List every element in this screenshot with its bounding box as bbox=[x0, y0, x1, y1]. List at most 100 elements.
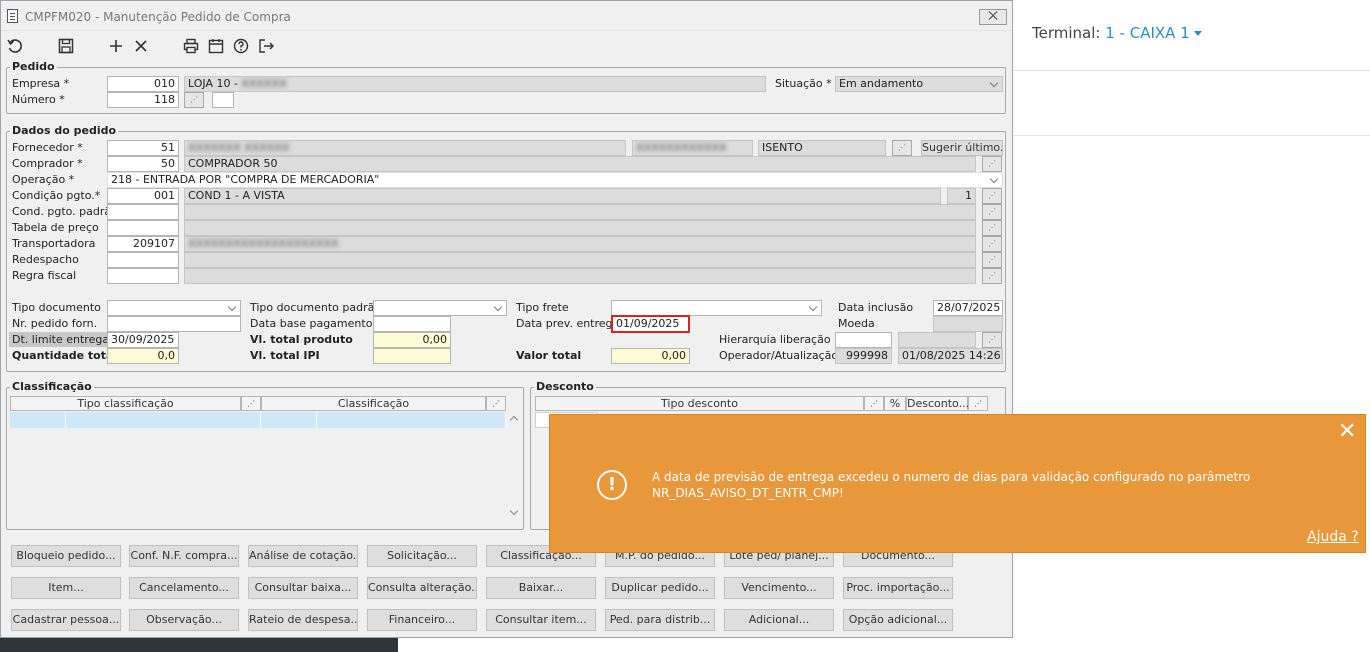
print-icon[interactable] bbox=[181, 36, 201, 56]
caret-down-icon[interactable] bbox=[1193, 31, 1202, 36]
rateio-despesa-button[interactable]: Rateio de despesa... bbox=[248, 609, 358, 631]
data-base-input[interactable] bbox=[373, 316, 451, 332]
tabela-label: Tabela de preço bbox=[12, 221, 99, 234]
conf-nf-compra-button[interactable]: Conf. N.F. compra... bbox=[129, 545, 239, 567]
condicao-lookup-button[interactable]: ⋰ bbox=[982, 188, 1002, 204]
numero-aux-field[interactable] bbox=[212, 92, 234, 108]
ped-distrib-button[interactable]: Ped. para distrib... bbox=[605, 609, 715, 631]
desconto-group-title: Desconto bbox=[534, 380, 596, 393]
bloqueio-pedido-button[interactable]: Bloqueio pedido... bbox=[11, 545, 121, 567]
tabela-lookup-button[interactable]: ⋰ bbox=[982, 220, 1002, 236]
data-inclusao-label: Data inclusão bbox=[838, 301, 914, 314]
desconto-header[interactable]: Desconto... bbox=[906, 396, 969, 411]
adicional-button[interactable]: Adicional... bbox=[724, 609, 834, 631]
empresa-code-input[interactable]: 010 bbox=[107, 76, 179, 92]
hierarquia-lookup-button[interactable]: ⋰ bbox=[982, 332, 1002, 348]
transportadora-name-blurred: XXXXXXXXXXXXXXXXXXXX bbox=[188, 237, 339, 250]
tipo-doc-select[interactable] bbox=[107, 300, 241, 316]
scroll-down-icon[interactable] bbox=[509, 506, 519, 516]
operador-label: Operador/Atualização bbox=[719, 349, 839, 362]
tipo-desconto-header[interactable]: Tipo desconto bbox=[535, 396, 864, 411]
cond-padrao-lookup-button[interactable]: ⋰ bbox=[982, 204, 1002, 220]
redespacho-label: Redespacho bbox=[12, 253, 79, 266]
numero-input[interactable]: 118 bbox=[107, 92, 179, 108]
consulta-alteracao-button[interactable]: Consulta alteração... bbox=[367, 577, 477, 599]
baixar-button[interactable]: Baixar... bbox=[486, 577, 596, 599]
classificacao-lookup[interactable]: ⋰ bbox=[486, 396, 506, 411]
vencimento-button[interactable]: Vencimento... bbox=[724, 577, 834, 599]
divider bbox=[1013, 70, 1370, 71]
tipo-classificacao-lookup[interactable]: ⋰ bbox=[241, 396, 261, 411]
financeiro-button[interactable]: Financeiro... bbox=[367, 609, 477, 631]
desconto-lookup[interactable]: ⋰ bbox=[968, 396, 988, 411]
empresa-name-blurred: XXXXXX bbox=[241, 77, 287, 90]
comprador-name-field: COMPRADOR 50 bbox=[184, 156, 976, 172]
classificacao-header[interactable]: Classificação bbox=[261, 396, 486, 411]
regra-name-field bbox=[184, 268, 976, 284]
delete-icon[interactable] bbox=[131, 36, 151, 56]
classificacao-row-cell[interactable] bbox=[317, 412, 506, 428]
terminal-value[interactable]: 1 - CAIXA 1 bbox=[1105, 24, 1190, 42]
add-icon[interactable] bbox=[106, 36, 126, 56]
data-prev-input[interactable]: 01/09/2025 bbox=[611, 315, 690, 333]
data-inclusao-input[interactable]: 28/07/2025 bbox=[933, 300, 1003, 316]
comprador-lookup-button[interactable]: ⋰ bbox=[982, 156, 1002, 172]
tabela-input[interactable] bbox=[107, 220, 179, 236]
help-icon[interactable] bbox=[231, 36, 251, 56]
cadastrar-pessoa-button[interactable]: Cadastrar pessoa... bbox=[11, 609, 121, 631]
condicao-name-field: COND 1 - A VISTA bbox=[184, 188, 941, 204]
tipo-doc-label: Tipo documento bbox=[12, 301, 101, 314]
consultar-baixa-button[interactable]: Consultar baixa... bbox=[248, 577, 358, 599]
numero-lookup-button[interactable]: ⋰ bbox=[184, 92, 204, 108]
transportadora-lookup-button[interactable]: ⋰ bbox=[982, 236, 1002, 252]
analise-cotacao-button[interactable]: Análise de cotação... bbox=[248, 545, 358, 567]
cancelamento-button[interactable]: Cancelamento... bbox=[129, 577, 239, 599]
item-button[interactable]: Item... bbox=[11, 577, 121, 599]
scroll-up-icon[interactable] bbox=[509, 415, 519, 425]
dt-limite-input[interactable]: 30/09/2025 bbox=[107, 332, 179, 348]
toast-close-icon[interactable]: ✕ bbox=[1338, 421, 1356, 443]
window-close-button[interactable]: ⨉ bbox=[979, 9, 1007, 25]
proc-importacao-button[interactable]: Proc. importação... bbox=[843, 577, 953, 599]
situacao-select[interactable]: Em andamento bbox=[835, 76, 1003, 92]
observacao-button[interactable]: Observação... bbox=[129, 609, 239, 631]
transportadora-name-field: XXXXXXXXXXXXXXXXXXXX bbox=[184, 236, 976, 252]
empresa-label: Empresa * bbox=[12, 77, 70, 90]
consultar-item-button[interactable]: Consultar item... bbox=[486, 609, 596, 631]
tipo-doc-padrao-select[interactable] bbox=[373, 300, 507, 316]
cond-padrao-input[interactable] bbox=[107, 204, 179, 220]
fornecedor-code-input[interactable]: 51 bbox=[107, 140, 179, 156]
transportadora-label: Transportadora bbox=[12, 237, 96, 250]
vl-total-ipi-label: Vl. total IPI bbox=[250, 349, 320, 362]
regra-input[interactable] bbox=[107, 268, 179, 284]
regra-lookup-button[interactable]: ⋰ bbox=[982, 268, 1002, 284]
calendar-icon[interactable] bbox=[206, 36, 226, 56]
taskbar-strip bbox=[0, 638, 398, 652]
terminal-selector[interactable]: Terminal: 1 - CAIXA 1 bbox=[1032, 24, 1202, 42]
fornecedor-lookup-button[interactable]: ⋰ bbox=[892, 140, 912, 156]
sugerir-ultimo-button[interactable]: Sugerir último... bbox=[921, 140, 1003, 156]
redespacho-input[interactable] bbox=[107, 252, 179, 268]
classificacao-row-cell[interactable] bbox=[66, 412, 261, 428]
redespacho-lookup-button[interactable]: ⋰ bbox=[982, 252, 1002, 268]
toast-help-link[interactable]: Ajuda ? bbox=[1307, 529, 1359, 545]
classificacao-row-cell[interactable] bbox=[10, 412, 66, 428]
tipo-classificacao-header[interactable]: Tipo classificação bbox=[10, 396, 241, 411]
percent-header[interactable]: % bbox=[884, 396, 906, 411]
refresh-icon[interactable] bbox=[5, 36, 25, 56]
classificacao-row-cell[interactable] bbox=[261, 412, 317, 428]
condicao-code-input[interactable]: 001 bbox=[107, 188, 179, 204]
tipo-desconto-lookup[interactable]: ⋰ bbox=[864, 396, 884, 411]
tipo-frete-select[interactable] bbox=[611, 300, 822, 316]
hierarquia-input[interactable] bbox=[835, 332, 892, 348]
opcao-adicional-button[interactable]: Opção adicional... bbox=[843, 609, 953, 631]
nr-pedido-input[interactable] bbox=[107, 316, 241, 332]
solicitacao-button[interactable]: Solicitação... bbox=[367, 545, 477, 567]
exit-icon[interactable] bbox=[256, 36, 276, 56]
classificacao-scrollbar[interactable] bbox=[508, 412, 522, 524]
transportadora-code-input[interactable]: 209107 bbox=[107, 236, 179, 252]
comprador-code-input[interactable]: 50 bbox=[107, 156, 179, 172]
duplicar-pedido-button[interactable]: Duplicar pedido... bbox=[605, 577, 715, 599]
save-icon[interactable] bbox=[56, 36, 76, 56]
operacao-select[interactable]: 218 - ENTRADA POR "COMPRA DE MERCADORIA" bbox=[107, 172, 1003, 188]
